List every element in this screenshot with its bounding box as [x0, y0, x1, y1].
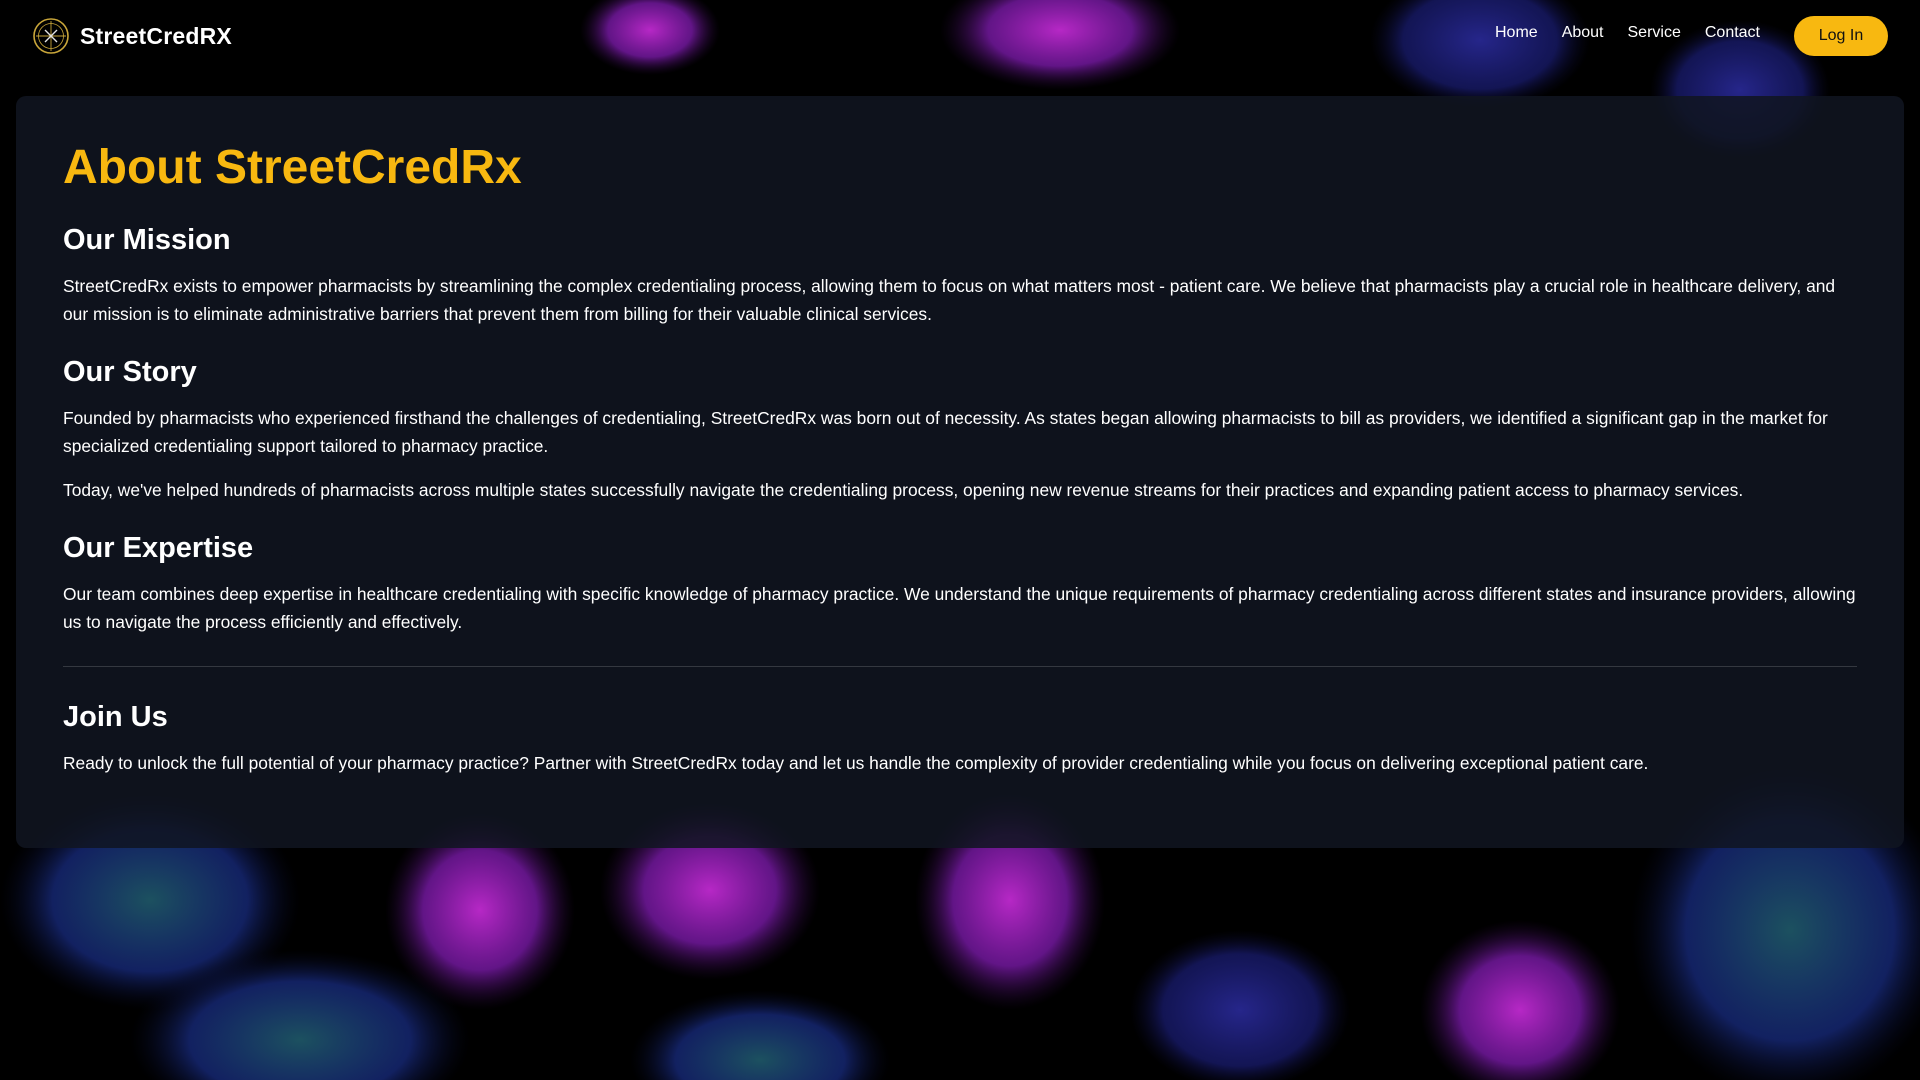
about-card: About StreetCredRx Our Mission StreetCre…	[16, 96, 1904, 848]
brand[interactable]: StreetCredRX	[32, 16, 232, 56]
main-nav: Home About Service Contact	[1495, 24, 1760, 42]
mission-heading: Our Mission	[63, 224, 231, 256]
nav-link-contact[interactable]: Contact	[1705, 24, 1760, 42]
nav-link-home[interactable]: Home	[1495, 24, 1538, 42]
mission-text: StreetCredRx exists to empower pharmacis…	[63, 276, 1836, 324]
join-heading: Join Us	[63, 701, 168, 733]
nav-link-about[interactable]: About	[1562, 24, 1604, 42]
top-navbar: StreetCredRX Home About Service Contact …	[0, 0, 1920, 72]
story-paragraph: Today, we've helped hundreds of pharmaci…	[63, 480, 1744, 500]
story-paragraph: Founded by pharmacists who experienced f…	[63, 408, 1828, 456]
story-heading: Our Story	[63, 356, 197, 388]
page-title: About StreetCredRx	[63, 141, 522, 194]
expertise-heading: Our Expertise	[63, 532, 254, 564]
join-text: Ready to unlock the full potential of yo…	[63, 753, 1649, 773]
nav-link-service[interactable]: Service	[1628, 24, 1681, 42]
login-button[interactable]: Log In	[1794, 16, 1888, 56]
compass-logo-icon	[33, 18, 69, 54]
brand-name: StreetCredRX	[80, 22, 232, 49]
section-divider	[63, 666, 1857, 667]
expertise-text: Our team combines deep expertise in heal…	[63, 584, 1856, 632]
